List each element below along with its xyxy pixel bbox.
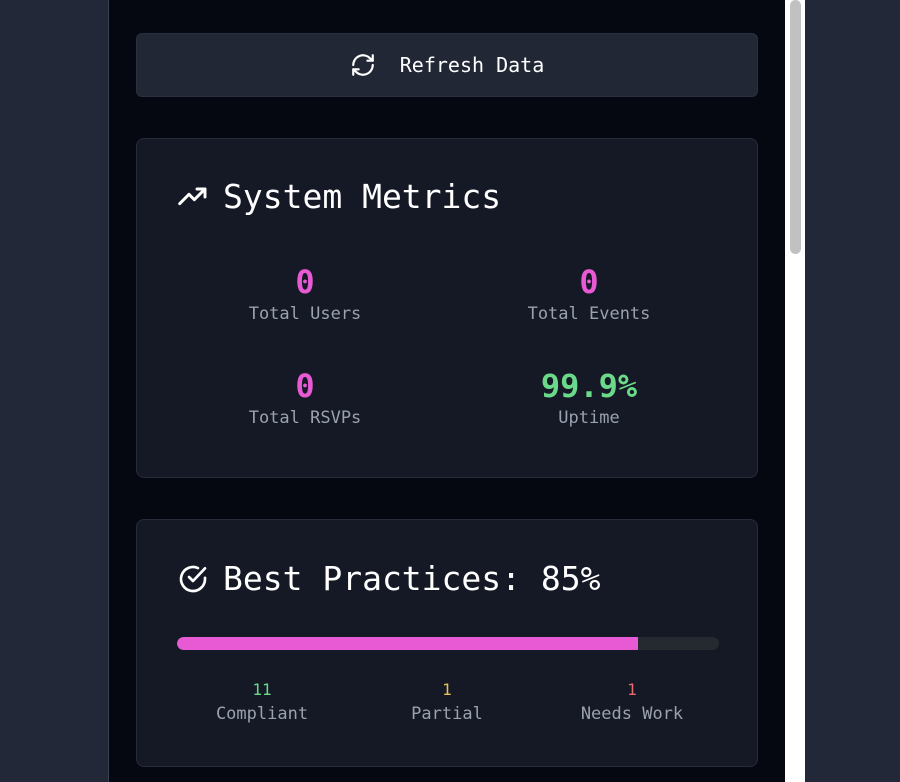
metric-total-users: 0 Total Users <box>185 262 425 324</box>
app-panel: Refresh Data System Metrics 0 Total User… <box>108 0 786 782</box>
stat-needs-work: 1 Needs Work <box>542 680 722 724</box>
stat-partial: 1 Partial <box>357 680 537 724</box>
check-circle-icon <box>177 563 209 595</box>
system-metrics-heading: System Metrics <box>177 177 501 216</box>
best-practices-heading: Best Practices: 85% <box>177 559 601 598</box>
stat-count: 1 <box>442 680 452 699</box>
stat-label: Partial <box>411 704 483 724</box>
metric-uptime: 99.9% Uptime <box>469 366 709 428</box>
metric-total-events: 0 Total Events <box>469 262 709 324</box>
metric-label: Total Events <box>527 304 651 324</box>
metric-value: 0 <box>295 367 315 405</box>
best-practices-title: Best Practices: 85% <box>223 559 601 598</box>
trending-up-icon <box>177 181 209 213</box>
metric-value: 0 <box>579 263 599 301</box>
scrollbar-thumb[interactable] <box>790 0 801 254</box>
metric-value: 99.9% <box>540 367 638 405</box>
page-background-right <box>806 0 900 782</box>
stat-label: Needs Work <box>580 704 684 724</box>
metric-value: 0 <box>295 263 315 301</box>
best-practices-progress-bar <box>177 637 719 650</box>
best-practices-card: Best Practices: 85% 11 Compliant 1 Parti… <box>136 519 758 767</box>
page-background-left <box>0 0 108 782</box>
metric-label: Total Users <box>248 304 362 324</box>
metric-total-rsvps: 0 Total RSVPs <box>185 366 425 428</box>
refresh-data-button[interactable]: Refresh Data <box>136 33 758 97</box>
metric-label: Uptime <box>558 408 620 428</box>
metric-label: Total RSVPs <box>248 408 362 428</box>
progress-fill <box>177 637 638 650</box>
vertical-scrollbar[interactable] <box>785 0 805 782</box>
refresh-button-label: Refresh Data <box>399 53 545 77</box>
stat-label: Compliant <box>215 704 309 724</box>
system-metrics-card: System Metrics 0 Total Users 0 Total Eve… <box>136 138 758 478</box>
stat-compliant: 11 Compliant <box>172 680 352 724</box>
stat-count: 11 <box>252 680 272 699</box>
refresh-icon <box>350 52 376 78</box>
stat-count: 1 <box>627 680 637 699</box>
system-metrics-title: System Metrics <box>223 177 502 216</box>
